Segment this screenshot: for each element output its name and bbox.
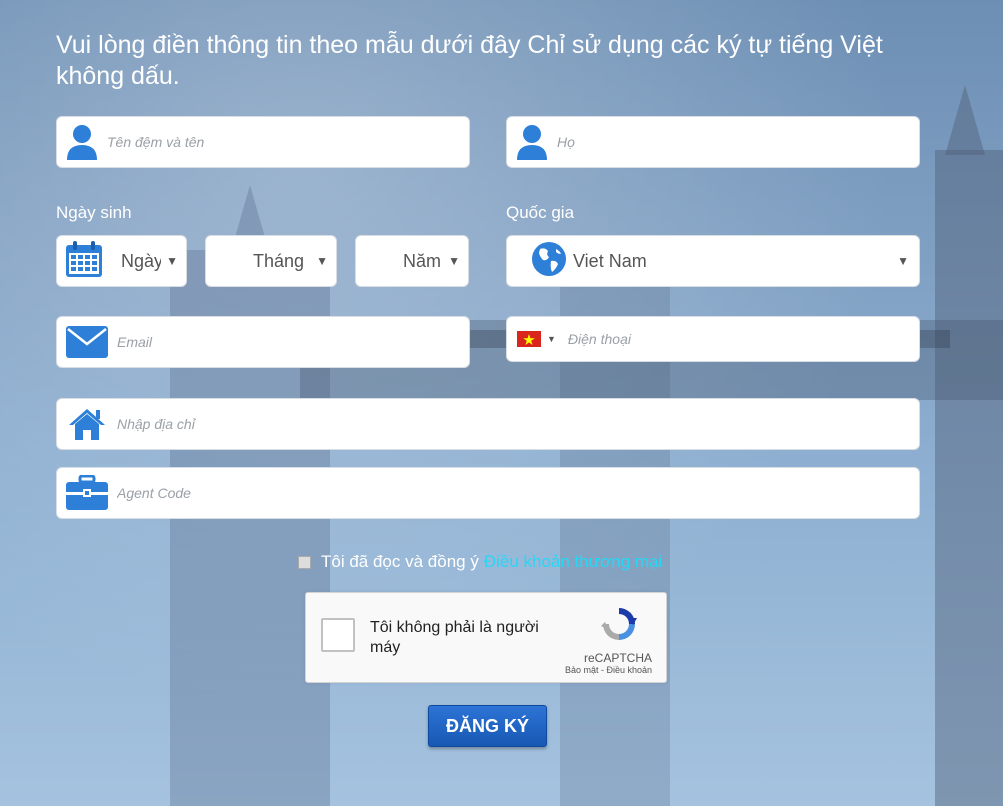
recaptcha-checkbox[interactable] <box>321 618 355 652</box>
email-input[interactable] <box>117 317 469 367</box>
address-field[interactable] <box>56 398 920 450</box>
birth-year-select[interactable]: Năm ▼ <box>355 235 469 287</box>
birth-day-select[interactable]: Ngày ▼ <box>56 235 187 287</box>
recaptcha-label: Tôi không phải là người máy <box>370 619 539 656</box>
birth-year-value: Năm <box>403 250 442 271</box>
agent-code-field[interactable] <box>56 467 920 519</box>
chevron-down-icon: ▼ <box>897 254 909 268</box>
address-input[interactable] <box>117 399 919 449</box>
form-heading: Vui lòng điền thông tin theo mẫu dưới đâ… <box>56 31 883 90</box>
country-select[interactable]: Viet Nam ▼ <box>506 235 920 287</box>
recaptcha-widget: Tôi không phải là người máy reCAPTCHA Bả… <box>305 592 667 683</box>
birth-month-select[interactable]: Tháng ▼ <box>205 235 337 287</box>
agent-code-input[interactable] <box>117 468 919 518</box>
phone-field[interactable]: ▼ <box>506 316 920 362</box>
last-name-input[interactable] <box>557 117 919 167</box>
terms-agreement: Tôi đã đọc và đồng ý Điều khoản thương m… <box>298 552 662 572</box>
phone-input[interactable] <box>567 317 919 361</box>
recaptcha-brand: reCAPTCHA <box>583 651 652 665</box>
register-button[interactable]: ĐĂNG KÝ <box>428 705 547 747</box>
recaptcha-links[interactable]: Bảo mật - Điều khoản <box>565 665 652 675</box>
first-name-input[interactable] <box>107 117 469 167</box>
first-name-field[interactable] <box>56 116 470 168</box>
envelope-icon <box>57 326 117 358</box>
terms-text: Tôi đã đọc và đồng ý <box>321 552 479 571</box>
birth-month-value: Tháng <box>253 250 305 271</box>
recaptcha-logo-icon <box>600 605 638 648</box>
country-value: Viet Nam <box>573 250 647 271</box>
birth-day-value: Ngày <box>121 250 161 271</box>
chevron-down-icon: ▼ <box>316 254 328 268</box>
vietnam-flag-icon[interactable]: ▼ <box>517 331 556 347</box>
globe-icon <box>531 241 567 282</box>
user-icon <box>57 124 107 160</box>
chevron-down-icon: ▼ <box>448 254 460 268</box>
email-field[interactable] <box>56 316 470 368</box>
chevron-down-icon: ▼ <box>166 254 178 268</box>
chevron-down-icon: ▼ <box>547 334 556 344</box>
birthdate-label: Ngày sinh <box>56 203 132 222</box>
home-icon <box>57 407 117 441</box>
terms-checkbox[interactable] <box>298 555 311 569</box>
last-name-field[interactable] <box>506 116 920 168</box>
country-label: Quốc gia <box>506 203 575 222</box>
terms-link[interactable]: Điều khoản thương mại <box>484 552 662 572</box>
briefcase-icon <box>57 475 117 511</box>
user-icon <box>507 124 557 160</box>
calendar-icon <box>65 240 103 283</box>
